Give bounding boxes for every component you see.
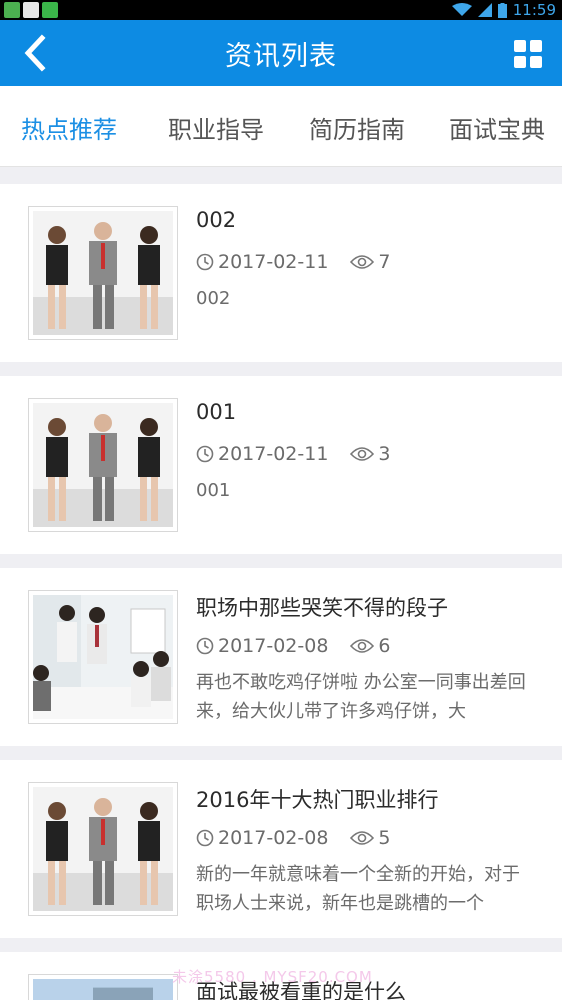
- wifi-icon: [451, 3, 472, 16]
- signal-icon: [477, 3, 492, 17]
- clock-time: 11:59: [512, 1, 556, 19]
- article-date: 2017-02-11: [218, 443, 329, 465]
- clock-icon: [196, 253, 214, 271]
- app-notification-icon: [4, 2, 20, 18]
- article-summary: 再也不敢吃鸡仔饼啦 办公室一同事出差回来，给大伙儿带了许多鸡仔饼，大: [196, 672, 526, 722]
- article-title: 001: [196, 400, 237, 424]
- eye-icon: [350, 255, 375, 269]
- watermark: 未涂5580 . MYSF20.COM: [172, 968, 373, 986]
- interview-candidates-photo: [28, 206, 178, 340]
- status-bar: 11:59: [0, 0, 562, 20]
- tab-resume-guide[interactable]: 简历指南: [309, 110, 405, 145]
- eye-icon: [350, 639, 375, 653]
- article-date: 2017-02-08: [218, 827, 329, 849]
- article-title: 职场中那些哭笑不得的段子: [196, 596, 448, 620]
- interview-candidates-photo: [28, 398, 178, 532]
- article-summary: 002: [196, 288, 231, 309]
- article-views: 5: [378, 827, 391, 849]
- clock-icon: [196, 637, 214, 655]
- article-title: 2016年十大热门职业排行: [196, 788, 439, 812]
- interview-candidates-photo: [28, 782, 178, 916]
- article-title: 002: [196, 208, 237, 232]
- list-item[interactable]: 001 2017-02-11 3 001: [0, 376, 562, 554]
- shield-notification-icon: [23, 2, 39, 18]
- eye-icon: [350, 447, 375, 461]
- eye-icon: [350, 831, 375, 845]
- battery-icon: [497, 2, 507, 18]
- article-views: 7: [378, 251, 391, 273]
- article-summary: 001: [196, 480, 231, 501]
- clock-icon: [196, 445, 214, 463]
- article-views: 3: [378, 443, 391, 465]
- grid-menu-icon[interactable]: [514, 40, 542, 68]
- tab-interview-tips[interactable]: 面试宝典: [449, 110, 545, 145]
- tab-hot-recommend[interactable]: 热点推荐: [21, 110, 117, 145]
- article-date: 2017-02-08: [218, 635, 329, 657]
- article-summary: 新的一年就意味着一个全新的开始，对于职场人士来说，新年也是跳槽的一个: [196, 864, 520, 914]
- list-item[interactable]: 2016年十大热门职业排行 2017-02-08 5 新的一年就意味着一个全新的…: [0, 760, 562, 938]
- category-tabs: 热点推荐 职业指导 简历指南 面试宝典: [0, 86, 562, 167]
- list-item[interactable]: 职场中那些哭笑不得的段子 2017-02-08 6 再也不敢吃鸡仔饼啦 办公室一…: [0, 568, 562, 746]
- city-building-photo: [28, 974, 178, 1000]
- article-date: 2017-02-11: [218, 251, 329, 273]
- article-views: 6: [378, 635, 391, 657]
- page-title: 资讯列表: [225, 41, 337, 72]
- trash-notification-icon: [42, 2, 58, 18]
- nav-bar: 资讯列表: [0, 20, 562, 86]
- tab-career-guidance[interactable]: 职业指导: [168, 110, 264, 145]
- office-meeting-photo: [28, 590, 178, 724]
- clock-icon: [196, 829, 214, 847]
- list-item[interactable]: 002 2017-02-11 7 002: [0, 184, 562, 362]
- notification-icons: [4, 2, 58, 18]
